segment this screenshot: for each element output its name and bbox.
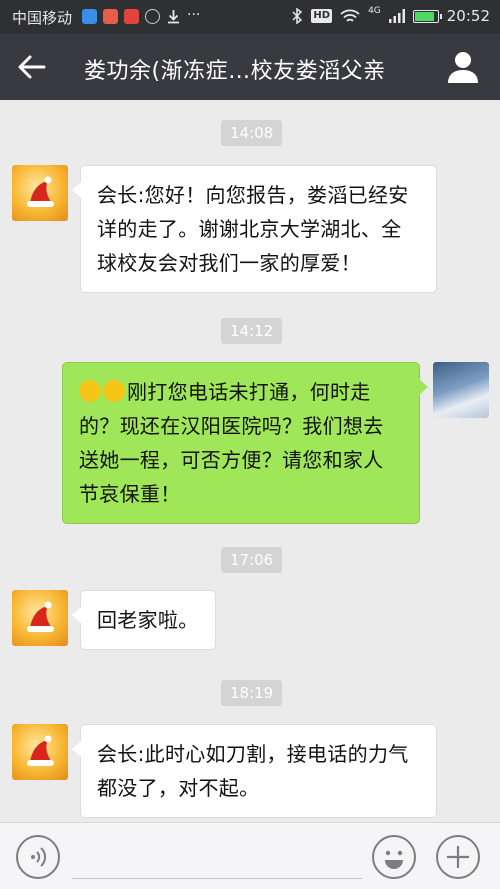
battery-icon — [412, 9, 442, 23]
crying-face-icon — [103, 380, 125, 402]
contact-avatar[interactable] — [12, 590, 68, 646]
person-icon — [448, 52, 478, 83]
message-text: 刚打您电话未打通，何时走的？现还在汉阳医院吗？我们想去送她一程，可否方便？请您和… — [79, 380, 384, 506]
clock: 20:52 — [446, 7, 490, 25]
weibo-notification-icon — [124, 9, 139, 24]
wifi-icon — [340, 9, 360, 22]
more-notifications-icon: ··· — [187, 7, 201, 23]
download-icon — [168, 10, 179, 24]
timestamp: 17:06 — [221, 547, 283, 573]
more-button[interactable] — [436, 835, 480, 879]
chat-header: 娄功余(渐冻症…校友娄滔父亲 — [0, 34, 500, 100]
message-bubble-received[interactable]: 会长:此时心如刀割，接电话的力气都没了，对不起。 — [72, 724, 437, 818]
message-text: 会长:您好！向您报告，娄滔已经安详的走了。谢谢北京大学湖北、全球校友会对我们一家… — [97, 183, 409, 275]
input-bar — [0, 822, 500, 889]
smiley-icon — [385, 850, 403, 869]
message-bubble-received[interactable]: 回老家啦。 — [72, 590, 216, 650]
back-button[interactable] — [14, 50, 50, 84]
message-bubble-sent[interactable]: 刚打您电话未打通，何时走的？现还在汉阳医院吗？我们想去送她一程，可否方便？请您和… — [62, 362, 428, 524]
santa-hat-icon — [27, 601, 54, 632]
message-text: 会长:此时心如刀割，接电话的力气都没了，对不起。 — [97, 742, 409, 800]
timestamp: 14:08 — [221, 120, 283, 146]
profile-button[interactable] — [446, 50, 480, 84]
status-bar: 中国移动 ··· HD 4G 20:52 — [0, 0, 500, 34]
message-input[interactable] — [72, 835, 362, 879]
santa-hat-icon — [27, 735, 54, 766]
bluetooth-icon — [292, 8, 303, 24]
timestamp: 18:19 — [221, 680, 283, 706]
app-notification-icon — [82, 9, 97, 24]
map-notification-icon — [103, 9, 118, 24]
santa-hat-icon — [27, 176, 54, 207]
plus-icon — [447, 846, 469, 868]
status-indicators: HD 4G 20:52 — [291, 6, 490, 25]
carrier-name: 中国移动 — [12, 9, 73, 27]
signal-icon — [388, 9, 405, 23]
message-text: 回老家啦。 — [97, 608, 199, 632]
self-avatar[interactable] — [433, 362, 489, 418]
chat-title: 娄功余(渐冻症…校友娄滔父亲 — [84, 59, 386, 84]
contact-avatar[interactable] — [12, 724, 68, 780]
voice-button[interactable] — [16, 835, 60, 879]
notification-icons: ··· — [82, 7, 201, 24]
network-type: 4G — [368, 6, 381, 16]
timestamp: 14:12 — [221, 318, 283, 344]
contact-avatar[interactable] — [12, 165, 68, 221]
voice-icon — [31, 847, 47, 867]
arrow-left-icon — [18, 55, 46, 79]
emoji-button[interactable] — [372, 835, 416, 879]
crying-face-icon — [79, 380, 101, 402]
message-bubble-received[interactable]: 会长:您好！向您报告，娄滔已经安详的走了。谢谢北京大学湖北、全球校友会对我们一家… — [72, 165, 437, 293]
sync-notification-icon — [145, 9, 160, 24]
message-list[interactable]: 14:08 会长:您好！向您报告，娄滔已经安详的走了。谢谢北京大学湖北、全球校友… — [0, 100, 500, 822]
hd-badge: HD — [311, 9, 333, 23]
